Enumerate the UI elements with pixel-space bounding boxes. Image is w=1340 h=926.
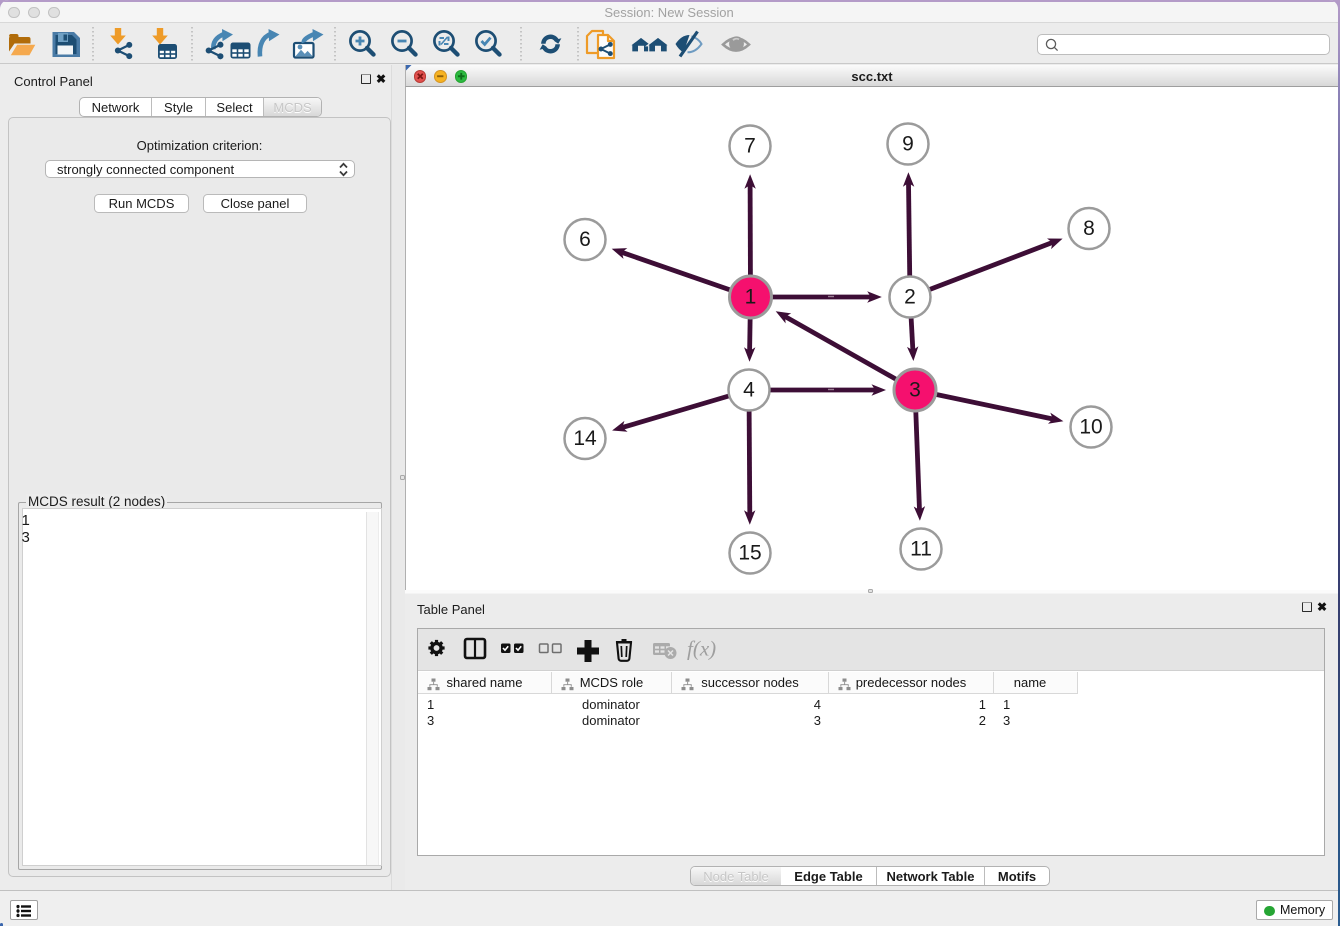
svg-text:6: 6 [579, 228, 591, 251]
svg-text:7: 7 [744, 135, 756, 158]
svg-text:9: 9 [902, 133, 914, 156]
svg-text:f(x): f(x) [687, 637, 716, 661]
svg-text:15: 15 [738, 542, 761, 565]
svg-text:3: 3 [909, 379, 921, 402]
svg-text:2: 2 [904, 286, 916, 309]
svg-text:1: 1 [745, 286, 757, 309]
svg-text:4: 4 [743, 379, 755, 402]
svg-text:8: 8 [1083, 217, 1095, 240]
svg-text:10: 10 [1079, 416, 1102, 439]
svg-text:14: 14 [573, 427, 597, 450]
svg-text:11: 11 [910, 538, 932, 561]
